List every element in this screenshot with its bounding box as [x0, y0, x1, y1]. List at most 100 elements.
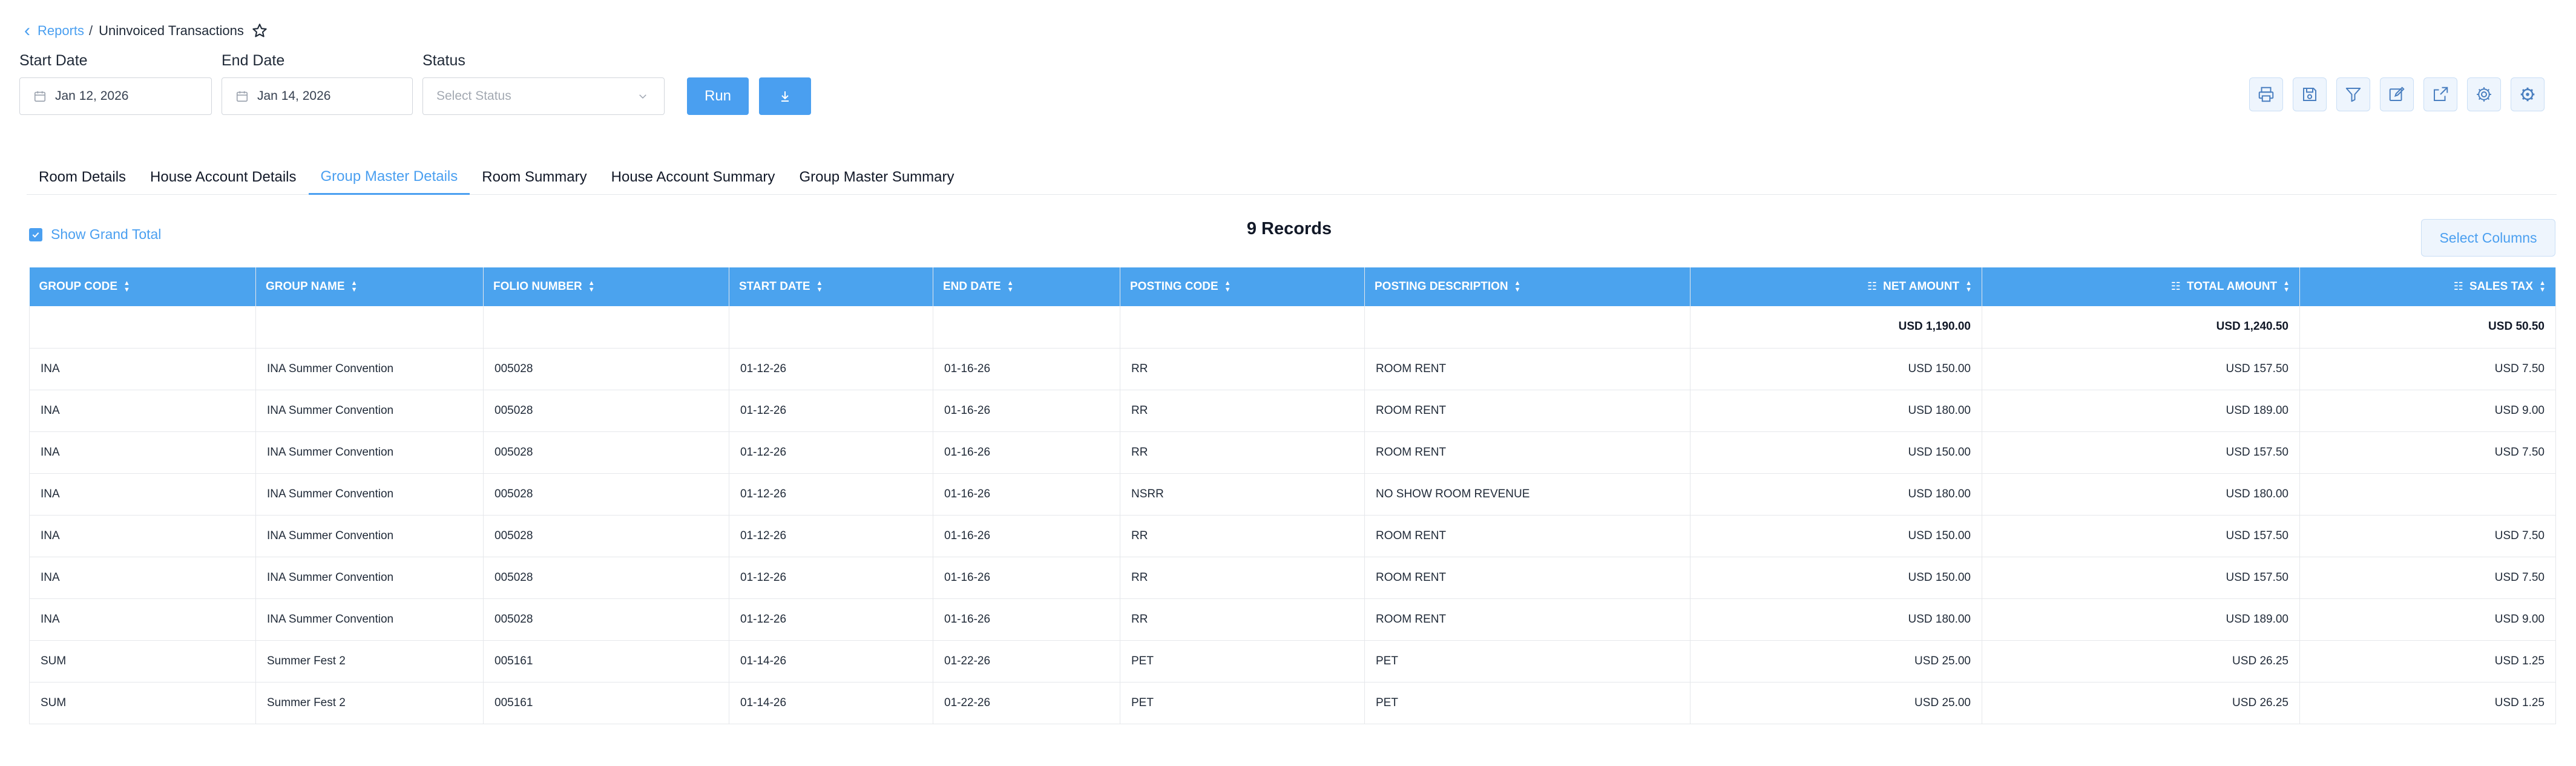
- export-button[interactable]: [2423, 77, 2457, 111]
- end-date-field[interactable]: Jan 14, 2026: [222, 77, 413, 115]
- table-cell: INA: [29, 390, 256, 432]
- start-date-value: Jan 12, 2026: [55, 89, 129, 103]
- table-cell: 005028: [483, 348, 729, 390]
- status-placeholder: Select Status: [436, 89, 511, 103]
- table-row[interactable]: INA INA Summer Convention 005028 01-12-26 01…: [29, 473, 2556, 516]
- settings-button[interactable]: [2467, 77, 2501, 111]
- select-columns-button[interactable]: Select Columns: [2421, 219, 2555, 257]
- sort-icon[interactable]: ▲ ▼: [588, 280, 595, 293]
- table-cell: 005028: [483, 515, 729, 557]
- calendar-icon: [236, 91, 248, 102]
- tab-room-details[interactable]: Room Details: [27, 160, 138, 195]
- table-cell: USD 189.00: [1982, 598, 2300, 641]
- start-date-field[interactable]: Jan 12, 2026: [19, 77, 212, 115]
- table-row[interactable]: INA INA Summer Convention 005028 01-12-26 01…: [29, 598, 2556, 641]
- print-button[interactable]: [2249, 77, 2283, 111]
- table-row[interactable]: INA INA Summer Convention 005028 01-12-26 01…: [29, 557, 2556, 599]
- column-options-icon[interactable]: ☷: [1867, 280, 1877, 293]
- sort-icon[interactable]: ▲ ▼: [1965, 280, 1972, 293]
- save-button[interactable]: [2293, 77, 2327, 111]
- table-cell: 01-12-26: [729, 557, 933, 599]
- sort-icon[interactable]: ▲ ▼: [2283, 280, 2290, 293]
- chevron-left-icon[interactable]: ‹: [24, 22, 30, 40]
- column-header[interactable]: ☷ NET AMOUNT ▲ ▼: [1690, 267, 1982, 306]
- table-cell: 01-16-26: [933, 431, 1120, 474]
- edit-icon: [2389, 87, 2405, 101]
- sort-icon[interactable]: ▲ ▼: [1224, 280, 1231, 293]
- table-cell: RR: [1120, 557, 1365, 599]
- column-options-icon[interactable]: ☷: [2454, 280, 2463, 293]
- download-button[interactable]: [759, 77, 811, 115]
- table-row[interactable]: INA INA Summer Convention 005028 01-12-26 01…: [29, 515, 2556, 557]
- filter-button[interactable]: [2336, 77, 2370, 111]
- tab-group-master-summary[interactable]: Group Master Summary: [787, 160, 966, 195]
- sort-icon[interactable]: ▲ ▼: [816, 280, 823, 293]
- table-row[interactable]: INA INA Summer Convention 005028 01-12-26 01…: [29, 390, 2556, 432]
- save-icon: [2303, 88, 2316, 101]
- column-header-label: NET AMOUNT: [1883, 280, 1960, 293]
- table-cell: INA Summer Convention: [255, 390, 484, 432]
- table-cell: 01-22-26: [933, 640, 1120, 683]
- column-header[interactable]: START DATE ▲ ▼: [729, 267, 933, 306]
- checkbox-checked-icon: [29, 228, 42, 241]
- column-header[interactable]: FOLIO NUMBER ▲ ▼: [483, 267, 729, 306]
- star-icon[interactable]: [251, 22, 268, 39]
- table-cell: 005028: [483, 598, 729, 641]
- edit-button[interactable]: [2380, 77, 2414, 111]
- column-header[interactable]: ☷ TOTAL AMOUNT ▲ ▼: [1982, 267, 2300, 306]
- sort-icon[interactable]: ▲ ▼: [2539, 280, 2546, 293]
- table-cell: INA Summer Convention: [255, 473, 484, 516]
- sort-icon[interactable]: ▲ ▼: [1007, 280, 1014, 293]
- column-header-label: GROUP CODE: [39, 280, 118, 293]
- tab-house-account-details[interactable]: House Account Details: [138, 160, 308, 195]
- table-cell: INA: [29, 431, 256, 474]
- table-cell: 01-16-26: [933, 557, 1120, 599]
- table-cell: USD 9.00: [2299, 390, 2556, 432]
- column-header[interactable]: POSTING CODE ▲ ▼: [1120, 267, 1365, 306]
- table-row[interactable]: INA INA Summer Convention 005028 01-12-26 01…: [29, 348, 2556, 390]
- tab-room-summary[interactable]: Room Summary: [470, 160, 599, 195]
- advanced-settings-button[interactable]: [2511, 77, 2545, 111]
- sort-icon[interactable]: ▲ ▼: [123, 280, 130, 293]
- tab-group-master-details[interactable]: Group Master Details: [308, 160, 470, 195]
- sort-icon[interactable]: ▲ ▼: [1514, 280, 1521, 293]
- show-grand-total-checkbox[interactable]: Show Grand Total: [29, 226, 161, 243]
- column-header-label: TOTAL AMOUNT: [2186, 280, 2278, 293]
- tab-house-account-summary[interactable]: House Account Summary: [599, 160, 787, 195]
- download-icon: [781, 91, 789, 102]
- column-header[interactable]: GROUP CODE ▲ ▼: [29, 267, 256, 306]
- grand-total-row: USD 1,190.00 USD 1,240.50 USD 50.50: [29, 306, 2556, 349]
- table-row[interactable]: SUM Summer Fest 2 005161 01-14-26 01-22-26 PE…: [29, 682, 2556, 724]
- table-cell: INA: [29, 557, 256, 599]
- sort-icon[interactable]: ▲ ▼: [351, 280, 358, 293]
- table-cell: 01-16-26: [933, 348, 1120, 390]
- column-header[interactable]: GROUP NAME ▲ ▼: [255, 267, 484, 306]
- table-body: USD 1,190.00 USD 1,240.50 USD 50.50 INA INA …: [29, 306, 2556, 724]
- table-cell: RR: [1120, 348, 1365, 390]
- column-header-label: SALES TAX: [2469, 280, 2534, 293]
- table-cell: USD 7.50: [2299, 431, 2556, 474]
- table-cell: 01-16-26: [933, 473, 1120, 516]
- table-cell: SUM: [29, 640, 256, 683]
- column-header[interactable]: END DATE ▲ ▼: [933, 267, 1120, 306]
- column-options-icon[interactable]: ☷: [2171, 280, 2181, 293]
- table-row[interactable]: INA INA Summer Convention 005028 01-12-26 01…: [29, 431, 2556, 474]
- table-cell: USD 26.25: [1982, 640, 2300, 683]
- table-row[interactable]: SUM Summer Fest 2 005161 01-14-26 01-22-26 PE…: [29, 640, 2556, 683]
- breadcrumb-reports-link[interactable]: Reports: [38, 23, 84, 39]
- record-count: 9 Records: [1246, 219, 1332, 238]
- status-select[interactable]: Select Status: [422, 77, 665, 115]
- column-header-label: FOLIO NUMBER: [493, 280, 582, 293]
- column-header[interactable]: POSTING DESCRIPTION ▲ ▼: [1364, 267, 1690, 306]
- table-cell: USD 150.00: [1690, 348, 1982, 390]
- table-cell: PET: [1120, 640, 1365, 683]
- table-cell: 005028: [483, 557, 729, 599]
- filter-icon: [2345, 88, 2361, 102]
- table-cell: INA: [29, 473, 256, 516]
- table-cell: INA: [29, 515, 256, 557]
- total-cell: [1364, 306, 1690, 349]
- column-header[interactable]: ☷ SALES TAX ▲ ▼: [2299, 267, 2556, 306]
- total-cell: USD 1,240.50: [1982, 306, 2300, 349]
- table-cell: USD 9.00: [2299, 598, 2556, 641]
- run-button[interactable]: Run: [687, 77, 749, 115]
